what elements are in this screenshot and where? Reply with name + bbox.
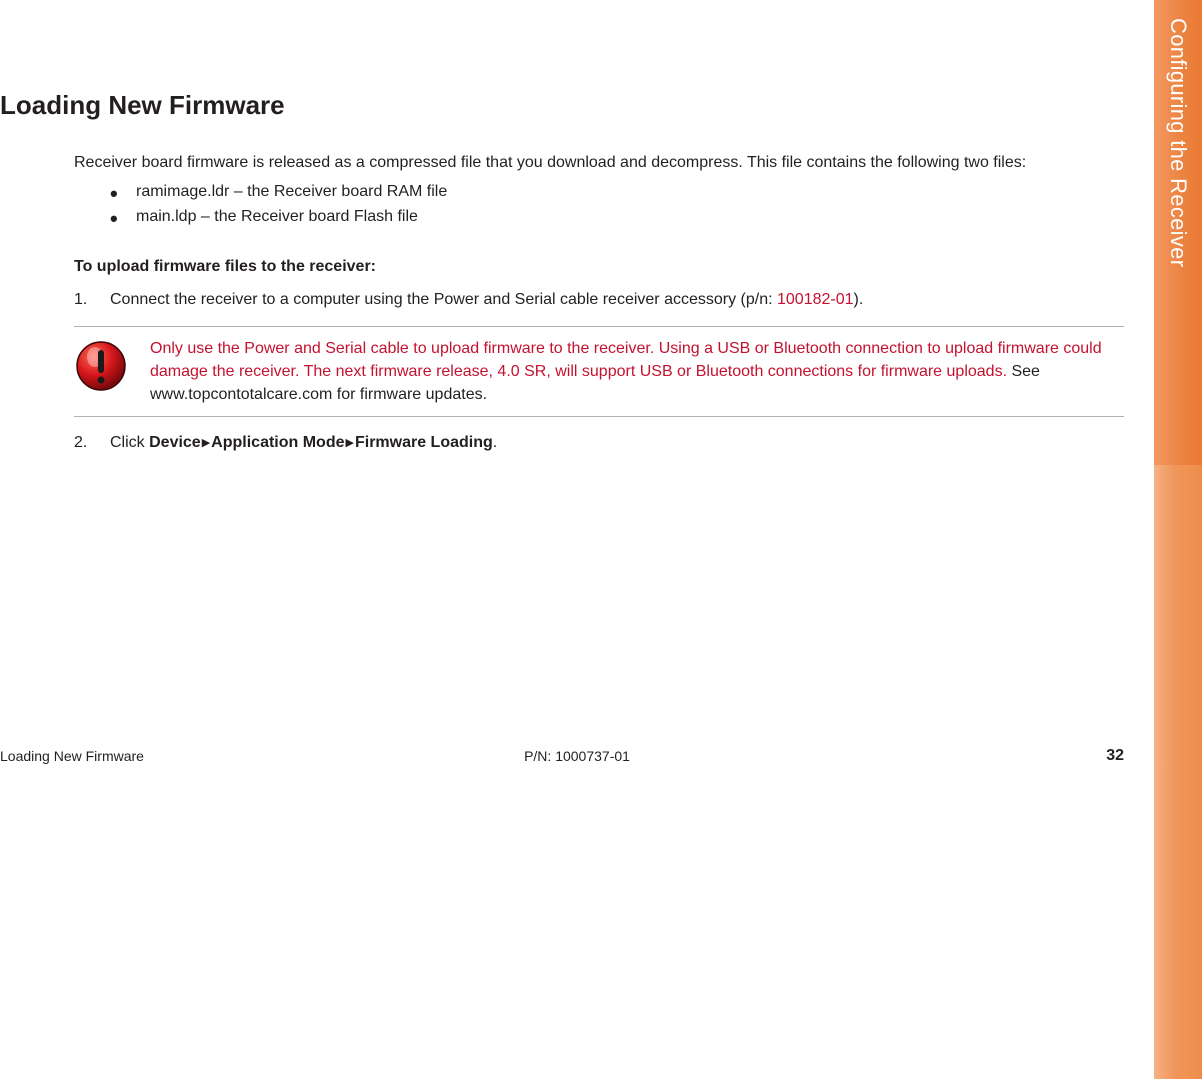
- nav-path-segment: Application Mode: [211, 434, 344, 451]
- section-title: Loading New Firmware: [0, 90, 1154, 121]
- step-2: Click Device▶Application Mode▶Firmware L…: [74, 431, 1124, 455]
- step-2-suffix: .: [493, 434, 497, 451]
- steps-list: Connect the receiver to a computer using…: [74, 288, 1124, 312]
- callout-text: Only use the Power and Serial cable to u…: [150, 337, 1124, 407]
- file-list: ramimage.ldr – the Receiver board RAM fi…: [110, 180, 1124, 230]
- page-footer: Loading New Firmware P/N: 1000737-01 32: [0, 747, 1154, 765]
- warning-icon: [74, 339, 128, 393]
- list-item: main.ldp – the Receiver board Flash file: [110, 205, 1124, 230]
- part-number: 100182-01: [777, 291, 854, 308]
- callout-warning-text: Only use the Power and Serial cable to u…: [150, 340, 1102, 380]
- nav-path-segment: Device: [149, 434, 201, 451]
- list-item: ramimage.ldr – the Receiver board RAM fi…: [110, 180, 1124, 205]
- footer-center: P/N: 1000737-01: [524, 748, 630, 764]
- nav-path-segment: Firmware Loading: [355, 434, 493, 451]
- chapter-side-tab: Configuring the Receiver: [1154, 0, 1202, 1079]
- step-1-prefix: Connect the receiver to a computer using…: [110, 291, 777, 308]
- chapter-side-tab-active: Configuring the Receiver: [1154, 0, 1202, 465]
- triangle-icon: ▶: [346, 435, 354, 452]
- triangle-icon: ▶: [202, 435, 210, 452]
- step-2-prefix: Click: [110, 434, 149, 451]
- warning-callout: Only use the Power and Serial cable to u…: [74, 326, 1124, 418]
- steps-list-continued: Click Device▶Application Mode▶Firmware L…: [74, 431, 1124, 455]
- intro-paragraph: Receiver board firmware is released as a…: [74, 151, 1124, 174]
- step-1-suffix: ).: [854, 291, 864, 308]
- chapter-title: Configuring the Receiver: [1165, 18, 1191, 267]
- step-1: Connect the receiver to a computer using…: [74, 288, 1124, 312]
- document-page: Loading New Firmware Receiver board firm…: [0, 0, 1154, 1079]
- content-area: Loading New Firmware Receiver board firm…: [0, 0, 1154, 455]
- upload-heading: To upload firmware files to the receiver…: [74, 258, 1124, 276]
- footer-left: Loading New Firmware: [0, 748, 144, 764]
- page-number: 32: [1106, 747, 1124, 765]
- section-body: Receiver board firmware is released as a…: [74, 151, 1124, 455]
